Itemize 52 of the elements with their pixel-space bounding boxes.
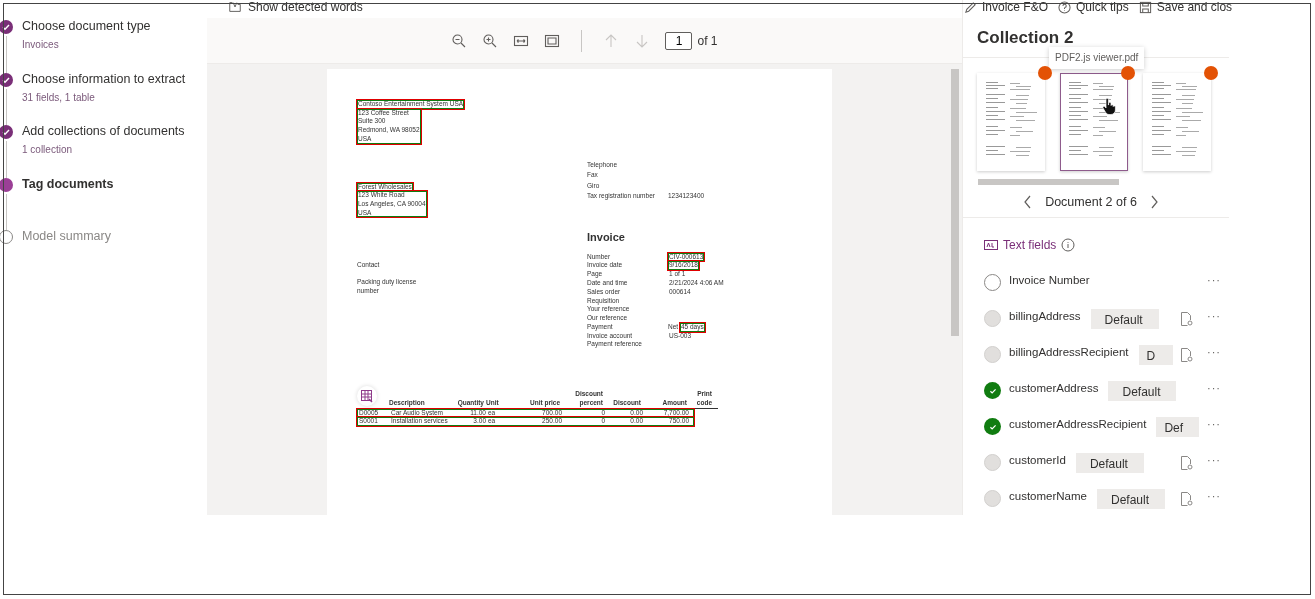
scrollbar[interactable] [951, 69, 959, 336]
document-thumbnail[interactable] [977, 73, 1045, 171]
zoom-out-button[interactable] [451, 32, 468, 49]
field-name: customerId [1009, 453, 1066, 466]
invoice-title: Invoice [587, 229, 625, 244]
page-number-field[interactable]: 1 [665, 31, 693, 50]
field-name: Invoice Number [1009, 274, 1090, 286]
section-title: Text fields [1003, 238, 1057, 252]
document-thumbnail[interactable] [1060, 73, 1128, 171]
save-and-close-button[interactable]: Save and clos [1138, 0, 1233, 14]
field-name: customerAddressRecipient [1009, 417, 1147, 430]
field-name: billingAddress [1009, 309, 1081, 322]
more-options-button[interactable]: ··· [1199, 273, 1229, 286]
step-subtitle: Invoices [22, 39, 59, 50]
text-field-icon [984, 240, 998, 250]
step-subtitle: 1 collection [22, 144, 73, 155]
document-counter: Document 2 of 6 [1045, 195, 1137, 209]
text-box-icon [228, 0, 242, 14]
save-icon [1138, 0, 1152, 14]
field-status-indicator[interactable] [984, 382, 1001, 399]
scrollbar[interactable] [978, 179, 1119, 185]
status-dot [1121, 66, 1135, 80]
status-dot [1038, 66, 1052, 80]
zoom-in-button[interactable] [482, 32, 499, 49]
document-thumbnail[interactable] [1143, 73, 1211, 171]
show-detected-words-toggle[interactable]: Show detected words [248, 0, 363, 14]
tooltip: PDF2.js viewer.pdf [1049, 47, 1145, 69]
more-options-button[interactable]: ··· [1199, 381, 1229, 394]
field-name: billingAddressRecipient [1009, 345, 1129, 358]
step-title[interactable]: Choose document type [22, 19, 151, 33]
fit-page-button[interactable] [544, 32, 561, 49]
collection-title: Collection 2 [977, 28, 1074, 49]
status-dot [1204, 66, 1218, 80]
step-title[interactable]: Model summary [22, 229, 111, 243]
step-subtitle: 31 fields, 1 table [22, 91, 95, 103]
default-button[interactable]: Default [1108, 380, 1177, 401]
field-name: customerAddress [1009, 381, 1099, 394]
quick-tips-button[interactable]: Quick tips [1058, 0, 1129, 14]
pencil-icon [964, 0, 977, 14]
page-count: of 1 [697, 33, 718, 48]
default-button[interactable]: Def [1156, 416, 1199, 437]
step-title[interactable]: Add collections of documents [22, 124, 185, 138]
step-title[interactable]: Tag documents [22, 176, 114, 191]
help-icon [1058, 0, 1072, 14]
info-icon[interactable] [1061, 238, 1076, 252]
step-title[interactable]: Choose information to extract [22, 71, 186, 86]
table-icon[interactable] [357, 386, 377, 407]
field-name: customerName [1009, 489, 1087, 502]
more-options-button[interactable]: ··· [1199, 417, 1229, 430]
field-status-indicator[interactable] [984, 274, 1001, 291]
field-status-indicator[interactable] [984, 418, 1001, 435]
hand-cursor-icon [1102, 97, 1116, 115]
